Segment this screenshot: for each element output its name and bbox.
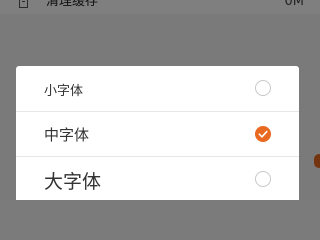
radio-unchecked-icon[interactable] [255, 80, 271, 96]
option-label: 小字体 [44, 84, 84, 99]
font-size-dialog: 小字体 中字体 大字体 [16, 66, 299, 200]
option-large-font[interactable]: 大字体 [16, 156, 299, 200]
option-small-font[interactable]: 小字体 [16, 66, 299, 111]
option-medium-font[interactable]: 中字体 [16, 111, 299, 156]
radio-unchecked-icon[interactable] [255, 171, 271, 187]
option-label: 大字体 [44, 171, 102, 193]
radio-checked-icon[interactable] [255, 126, 271, 142]
option-label: 中字体 [44, 126, 90, 144]
